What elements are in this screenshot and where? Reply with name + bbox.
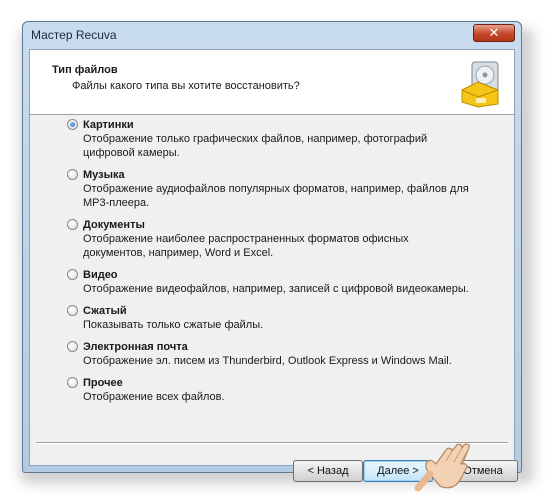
radio-video[interactable] <box>67 269 78 280</box>
recuva-wizard-window: Мастер Recuva ✕ Тип файлов Файлы какого … <box>22 21 522 492</box>
option-description: Отображение аудиофайлов популярных форма… <box>83 183 469 209</box>
option-compressed[interactable]: Сжатый Показывать только сжатые файлы. <box>67 304 494 332</box>
option-label: Сжатый <box>83 305 127 317</box>
wizard-header: Тип файлов Файлы какого типа вы хотите в… <box>30 50 514 115</box>
option-label: Документы <box>83 219 145 231</box>
option-label: Музыка <box>83 169 125 181</box>
radio-compressed[interactable] <box>67 305 78 316</box>
radio-email[interactable] <box>67 341 78 352</box>
radio-other[interactable] <box>67 377 78 388</box>
page-title: Тип файлов <box>52 64 118 76</box>
option-music[interactable]: Музыка Отображение аудиофайлов популярны… <box>67 168 494 210</box>
option-video[interactable]: Видео Отображение видеофайлов, например,… <box>67 268 494 296</box>
option-other[interactable]: Прочее Отображение всех файлов. <box>67 376 494 404</box>
window-title: Мастер Recuva <box>31 28 117 42</box>
option-label: Картинки <box>83 119 134 131</box>
option-description: Отображение видеофайлов, например, запис… <box>83 283 469 295</box>
option-description: Отображение наиболее распространенных фо… <box>83 233 409 259</box>
option-label: Прочее <box>83 377 123 389</box>
radio-documents[interactable] <box>67 219 78 230</box>
option-label: Видео <box>83 269 118 281</box>
option-description: Отображение всех файлов. <box>83 391 225 403</box>
title-bar[interactable]: Мастер Recuva ✕ <box>23 22 521 48</box>
hand-pointer-icon <box>414 443 470 492</box>
option-description: Отображение только графических файлов, н… <box>83 133 428 159</box>
radio-pictures[interactable] <box>67 119 78 130</box>
close-button[interactable]: ✕ <box>473 24 515 42</box>
wizard-body: Тип файлов Файлы какого типа вы хотите в… <box>29 49 518 492</box>
page-subtitle: Файлы какого типа вы хотите восстановить… <box>72 80 300 92</box>
radio-music[interactable] <box>67 169 78 180</box>
option-pictures[interactable]: Картинки Отображение только графических … <box>67 118 494 160</box>
option-label: Электронная почта <box>83 341 188 353</box>
recuva-hard-drive-icon <box>461 61 499 108</box>
file-type-options: Картинки Отображение только графических … <box>67 118 494 412</box>
option-description: Показывать только сжатые файлы. <box>83 319 264 331</box>
option-description: Отображение эл. писем из Thunderbird, Ou… <box>83 355 452 367</box>
back-button[interactable]: < Назад <box>293 460 363 482</box>
option-documents[interactable]: Документы Отображение наиболее распростр… <box>67 218 494 260</box>
option-email[interactable]: Электронная почта Отображение эл. писем … <box>67 340 494 368</box>
